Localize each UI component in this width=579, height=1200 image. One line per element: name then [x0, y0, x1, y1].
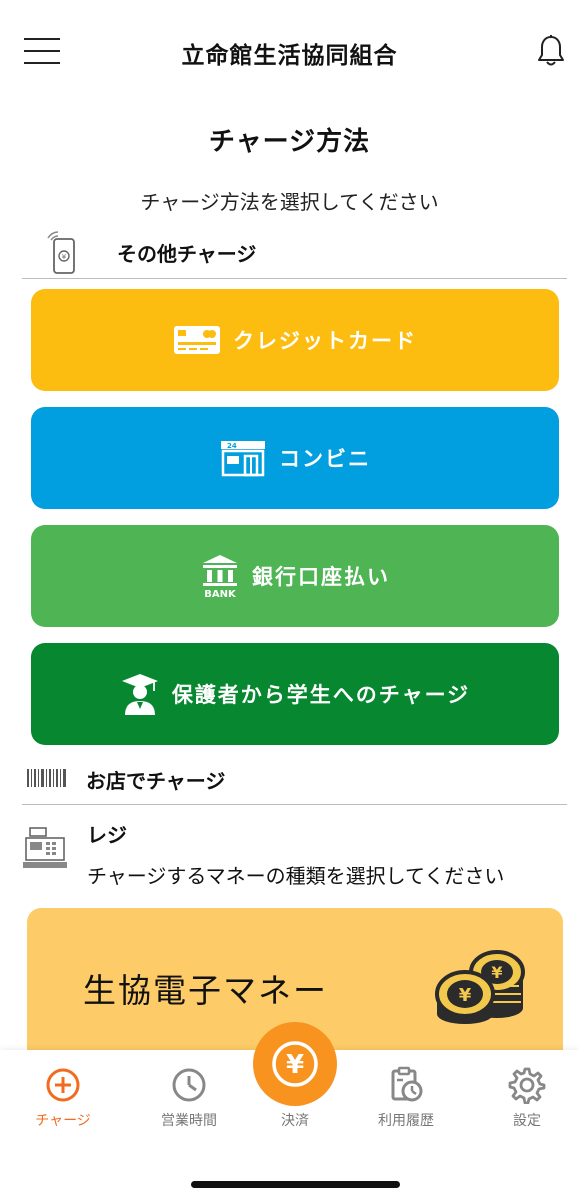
register-description: チャージするマネーの種類を選択してください [87, 864, 505, 888]
pay-button[interactable]: ¥ [253, 1022, 337, 1106]
convenience-store-icon: 24 [219, 439, 267, 477]
store-sign-text: 24 [227, 442, 237, 450]
plus-circle-icon [46, 1068, 80, 1102]
credit-card-label: クレジットカード [233, 329, 417, 353]
gear-icon [508, 1067, 546, 1104]
tab-label: 決済 [281, 1113, 309, 1129]
register-title: レジ [87, 823, 127, 847]
coin-symbol: ¥ [491, 963, 502, 982]
convenience-store-button[interactable]: 24 コンビニ [31, 407, 559, 509]
tab-label: チャージ [35, 1113, 91, 1129]
bank-icon: BANK [200, 554, 240, 598]
coins-icon: ¥ ¥ [435, 950, 525, 1024]
credit-card-icon [173, 325, 221, 355]
credit-card-button[interactable]: クレジットカード [31, 289, 559, 391]
bank-account-button[interactable]: BANK 銀行口座払い [31, 525, 559, 627]
app-header: 立命館生活協同組合 [0, 0, 579, 104]
cash-register-icon [23, 827, 67, 868]
tab-label: 営業時間 [161, 1113, 217, 1129]
clock-icon [172, 1068, 206, 1102]
bank-account-label: 銀行口座払い [252, 565, 390, 589]
coin-symbol-text: ¥ [62, 253, 67, 261]
tab-pay[interactable]: ¥ 決済 [245, 1022, 345, 1142]
register-info: レジ チャージするマネーの種類を選択してください [22, 815, 572, 895]
barcode-icon [27, 769, 66, 787]
page-subtitle: チャージ方法を選択してください [140, 190, 439, 214]
bell-icon[interactable] [536, 34, 566, 68]
section-label: お店でチャージ [86, 769, 226, 793]
yen-icon: ¥ [272, 1041, 318, 1087]
tab-charge[interactable]: チャージ [17, 1066, 109, 1136]
pay-symbol: ¥ [286, 1050, 304, 1080]
section-other-charge: ¥ その他チャージ [22, 222, 567, 279]
bank-caption: BANK [204, 589, 237, 598]
home-indicator [191, 1181, 400, 1188]
app-title: 立命館生活協同組合 [181, 43, 398, 69]
section-label: その他チャージ [117, 242, 257, 266]
tab-settings[interactable]: 設定 [481, 1066, 573, 1136]
bottom-tab-bar: チャージ 営業時間 ¥ 決済 利用履歴 設定 [0, 1022, 579, 1200]
tab-label: 設定 [513, 1113, 541, 1129]
clipboard-history-icon [391, 1066, 423, 1102]
page-title: チャージ方法 [208, 127, 371, 157]
coop-e-money-label: 生協電子マネー [83, 971, 328, 1010]
coin-symbol: ¥ [459, 985, 472, 1006]
tab-usage-history[interactable]: 利用履歴 [360, 1066, 452, 1136]
guardian-charge-button[interactable]: 保護者から学生へのチャージ [31, 643, 559, 745]
section-store-charge: お店でチャージ [22, 758, 567, 805]
tab-business-hours[interactable]: 営業時間 [143, 1066, 235, 1136]
convenience-store-label: コンビニ [279, 447, 371, 471]
mobile-payment-icon: ¥ [47, 231, 75, 274]
graduate-icon [120, 672, 160, 716]
guardian-charge-label: 保護者から学生へのチャージ [171, 683, 471, 707]
tab-label: 利用履歴 [378, 1113, 434, 1129]
